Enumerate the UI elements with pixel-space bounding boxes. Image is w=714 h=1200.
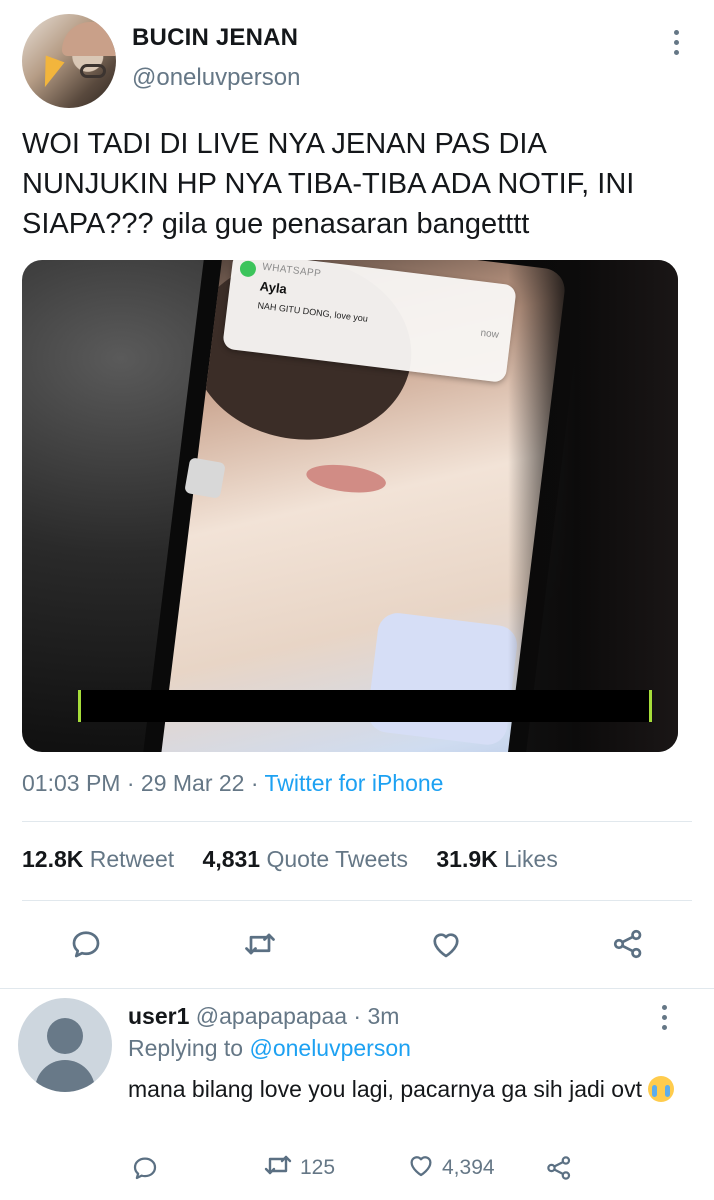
author-display-name[interactable]: BUCIN JENAN [132,24,298,52]
reply-author-handle[interactable]: @apapapapaa [196,1003,347,1029]
replying-to: Replying to @oneluvperson [128,1035,411,1061]
more-options-icon[interactable] [654,1005,674,1035]
author-handle[interactable]: @oneluvperson [132,64,300,92]
quote-stat[interactable]: 4,831 Quote Tweets [203,846,408,872]
retweet-icon[interactable] [240,924,280,964]
like-icon[interactable] [426,924,466,964]
divider [0,988,714,989]
reply-text: mana bilang love you lagi, pacarnya ga s… [128,1074,688,1104]
reply-retweet-count: 125 [300,1156,336,1179]
video-bar [78,690,652,722]
divider [22,821,692,822]
reply-like-count: 4,394 [442,1156,495,1179]
crying-face-icon [648,1076,675,1102]
more-options-icon[interactable] [662,30,690,62]
phone-button-image [184,457,226,499]
reply-author-name[interactable]: user1 [128,1003,189,1029]
share-icon[interactable] [608,924,648,964]
reply-age: 3m [367,1003,400,1029]
author-avatar[interactable] [22,14,116,108]
reply-avatar[interactable] [18,998,112,1092]
whatsapp-icon [239,260,257,278]
like-button[interactable]: 4,394 [406,1150,495,1186]
reply-icon[interactable] [130,1150,160,1186]
like-stat[interactable]: 31.9K Likes [436,846,557,872]
tweet-media-image[interactable]: WHATSAPP Ayla NAH GITU DONG, love you no… [22,260,678,752]
notification-sender: Ayla [259,278,288,297]
notification-app: WHATSAPP [261,261,322,280]
tweet-actions [0,922,714,966]
tweet-stats: 12.8K Retweet 4,831 Quote Tweets 31.9K L… [22,846,580,873]
share-icon[interactable] [544,1150,574,1186]
retweet-button[interactable]: 125 [262,1150,335,1186]
retweet-stat[interactable]: 12.8K Retweet [22,846,174,872]
notification-time: now [479,327,500,341]
like-icon [406,1150,436,1186]
reply-icon[interactable] [66,924,106,964]
tweet-source[interactable]: Twitter for iPhone [265,770,444,796]
notification-message: NAH GITU DONG, love you [256,300,369,324]
tweet-date[interactable]: 29 Mar 22 [141,770,245,796]
reply-actions: 125 4,394 [0,1150,714,1186]
divider [22,900,692,901]
tweet-time[interactable]: 01:03 PM [22,770,120,796]
tweet-text: WOI TADI DI LIVE NYA JENAN PAS DIA NUNJU… [22,128,635,240]
reply-mention[interactable]: @oneluvperson [249,1035,410,1061]
reply-header: user1 @apapapapaa · 3m [128,1003,400,1029]
retweet-icon [262,1149,294,1187]
tweet-meta: 01:03 PM · 29 Mar 22 · Twitter for iPhon… [22,770,444,796]
